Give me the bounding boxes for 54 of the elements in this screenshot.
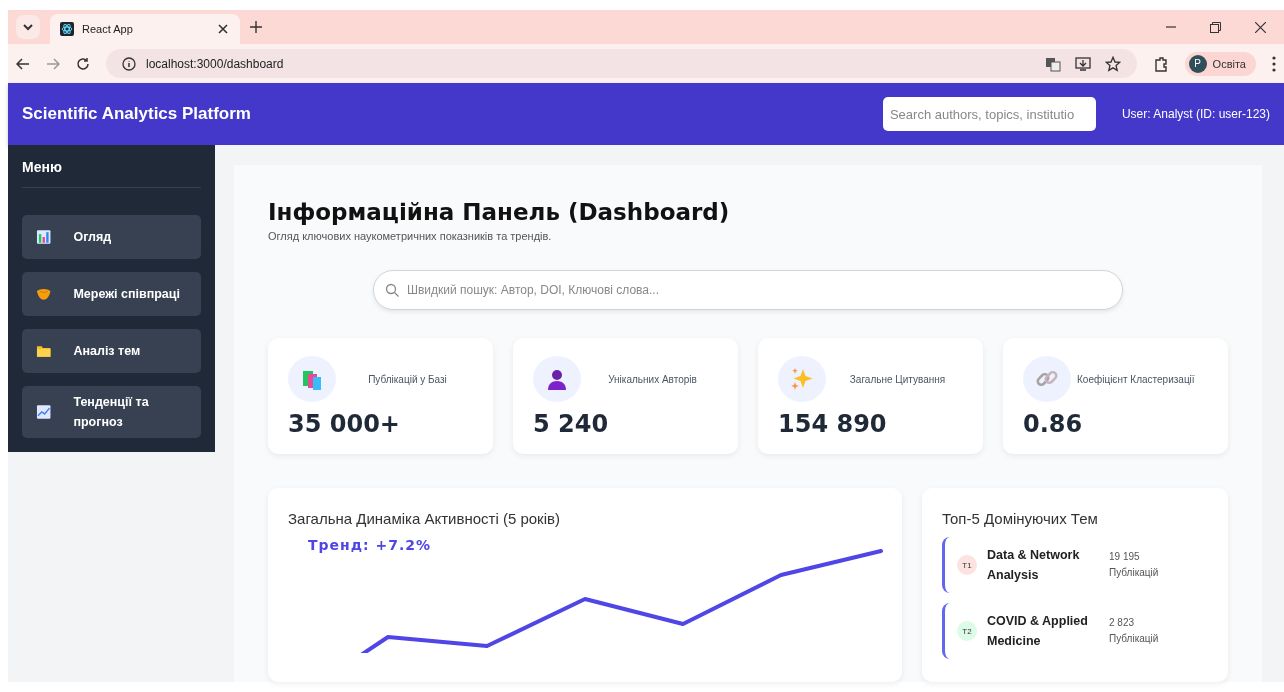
topic-unit: Публікацій [1109,632,1159,646]
page-title: Інформаційна Панель (Dashboard) [268,199,731,225]
card-title: Загальна Динаміка Активності (5 років) [288,510,561,527]
topic-count: 19 195 [1109,550,1141,564]
tab-list-button[interactable] [16,15,40,39]
search-icon [385,283,399,297]
topic-badge: T2 [957,621,977,641]
topic-name: Data & Network Analysis [987,547,1081,584]
menu-title: Меню [22,159,201,188]
react-logo-icon [60,22,74,36]
stat-label: Загальне Цитування [848,373,947,385]
stat-label: Унікальних Авторів [607,373,698,385]
translate-icon[interactable] [1044,55,1061,72]
page-subtitle: Огляд ключових наукометричних показників та трендів. [268,230,553,242]
info-icon[interactable] [122,56,136,71]
folder-icon [36,343,52,359]
search-field[interactable]: Швидкий пошук: Автор, DOI, Ключові слова... [373,270,1123,310]
sidebar-item[interactable]: Мережі співпраці [22,272,201,316]
install-icon[interactable] [1074,55,1091,72]
profile-button[interactable]: P Освіта [1184,51,1256,76]
topic-unit: Публікацій [1109,566,1159,580]
stat-label: Публікацій у Базі [367,373,448,385]
address-bar[interactable]: localhost:3000/dashboard [106,49,1137,78]
app-title: Scientific Analytics Platform [22,104,251,124]
user-label: User: Analyst (ID: user-123) [1121,107,1270,121]
topic-item[interactable]: T2 COVID & Applied Medicine 2 823 Публікацій [942,603,1208,659]
card-title: Топ-5 Домінуючих Тем [942,510,1099,527]
sidebar-item[interactable]: Аналіз тем [22,329,201,373]
stat-value: 154 890 [778,410,888,438]
chart-icon [36,229,52,245]
close-icon[interactable] [218,24,228,34]
topic-item[interactable]: T1 Data & Network Analysis 19 195 Публікацій [942,537,1208,593]
topic-count: 2 823 [1109,616,1136,630]
restore-icon[interactable] [1210,21,1221,33]
sidebar-item[interactable]: Тенденції та прогноз [22,386,201,438]
topic-badge: T1 [957,555,977,575]
browser-tab[interactable]: React App [50,14,240,44]
reload-icon[interactable] [76,56,90,71]
close-icon[interactable] [1255,21,1266,33]
trend-icon [36,404,52,420]
back-icon[interactable] [16,56,30,71]
new-tab-icon[interactable] [250,21,262,33]
stat-value: 5 240 [533,410,610,438]
extensions-icon[interactable] [1152,55,1169,72]
search-field[interactable]: Search authors, topics, institutio [882,97,1096,131]
star-icon[interactable] [1104,55,1121,72]
sidebar-item[interactable]: Огляд [22,215,201,259]
stat-value: 0.86 [1023,410,1084,438]
stat-label: Коефіцієнт Кластеризації [1077,373,1196,385]
trend-label: Тренд: +7.2% [308,537,433,553]
forward-icon[interactable] [46,56,60,71]
topic-name: COVID & Applied Medicine [987,613,1089,650]
stat-value: 35 000+ [288,410,401,438]
more-icon[interactable] [1272,55,1276,72]
